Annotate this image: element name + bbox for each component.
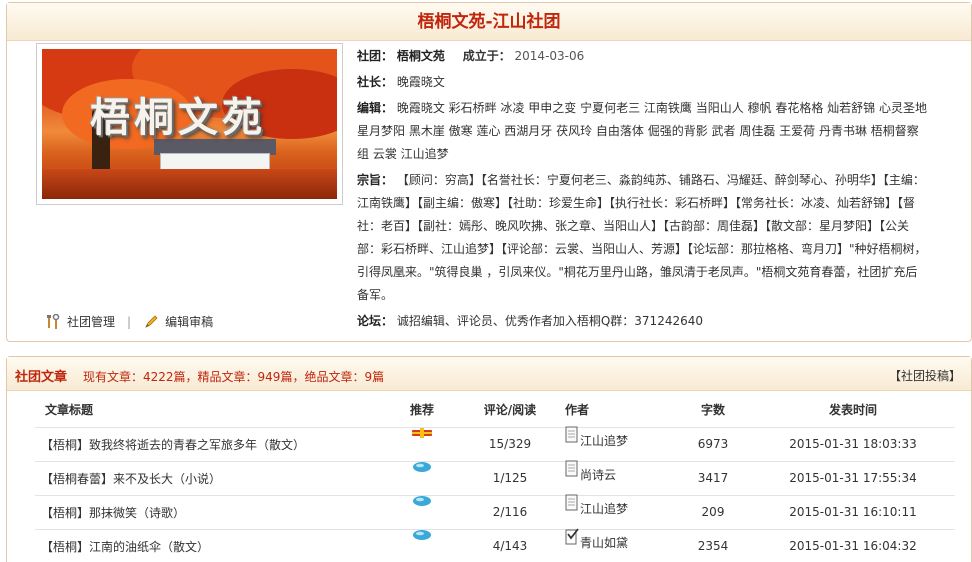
banner-title-text: 梧桐文苑 <box>90 94 266 141</box>
recommend-cell <box>387 495 457 530</box>
article-title-link[interactable]: 【梧桐】江南的油纸伞（散文） <box>41 540 209 554</box>
publish-time: 2015-01-31 18:03:33 <box>789 437 917 451</box>
autumn-tree-picture: 梧桐文苑 <box>42 49 337 199</box>
purpose-row: 宗旨： 【顾问：穷高】【名誉社长：宁夏何老三、淼韵纯苏、铺路石、冯耀廷、醉剑琴心… <box>357 169 929 307</box>
article-title-link[interactable]: 【梧桐】致我终将逝去的青春之军旅多年（散文） <box>41 438 305 452</box>
tools-separator: | <box>127 314 132 329</box>
club-name: 梧桐文苑 <box>396 49 445 63</box>
club-tools: 社团管理 | 编辑审稿 <box>45 313 213 330</box>
column-header-author: 作者 <box>563 393 675 428</box>
comments-reads: 4/143 <box>492 539 528 553</box>
president-label: 社长： <box>357 75 394 89</box>
tools-icon <box>45 313 61 330</box>
document-icon <box>565 426 578 443</box>
forum-label: 论坛： <box>357 314 394 328</box>
table-row: 【梧桐】致我终将逝去的青春之军旅多年（散文） 15/329 江山追梦 6973 2015… <box>35 426 955 462</box>
editors-label: 编辑： <box>357 101 394 115</box>
president-row: 社长： 晚霞晓文 <box>357 71 929 94</box>
publish-time: 2015-01-31 16:04:32 <box>789 539 917 553</box>
document-icon <box>565 460 578 477</box>
recommend-gem-icon <box>412 461 432 476</box>
author-link[interactable]: 江山追梦 <box>580 500 628 517</box>
publish-time: 2015-01-31 17:55:34 <box>789 471 917 485</box>
editors-row: 编辑： 晚霞晓文 彩石桥畔 冰凌 甲申之变 宁夏何老三 江南铁鹰 当阳山人 穆帆… <box>357 97 929 166</box>
article-title-link[interactable]: 【梧桐春蕾】来不及长大（小说） <box>41 472 221 486</box>
editor-review-link[interactable]: 编辑审稿 <box>165 313 213 330</box>
table-row: 【梧桐】江南的油纸伞（散文） 4/143 青山如黛 2354 2015-01-31 16… <box>35 528 955 562</box>
articles-header: 社团文章 现有文章：4222篇，精品文章：949篇，绝品文章：9篇 【社团投稿】 <box>7 357 971 391</box>
purpose-label: 宗旨： <box>357 173 394 187</box>
column-header-words: 字数 <box>675 393 751 428</box>
checked-document-icon <box>565 528 579 545</box>
recommend-gem-icon <box>412 495 432 510</box>
purpose-text: 【顾问：穷高】【名誉社长：宁夏何老三、淼韵纯苏、铺路石、冯耀廷、醉剑琴心、孙明华… <box>357 173 927 302</box>
comments-reads: 2/116 <box>492 505 528 519</box>
article-title-link[interactable]: 【梧桐】那抹微笑（诗歌） <box>41 506 185 520</box>
articles-table: 文章标题 推荐 评论/阅读 作者 字数 发表时间 【梧桐】致我终将逝去的青春之军… <box>35 393 955 562</box>
column-header-title: 文章标题 <box>35 393 387 428</box>
table-header-row: 文章标题 推荐 评论/阅读 作者 字数 发表时间 <box>35 393 955 428</box>
document-icon <box>565 494 578 511</box>
club-submit-link[interactable]: 【社团投稿】 <box>889 367 961 384</box>
club-banner-image: 梧桐文苑 <box>36 43 343 205</box>
recommend-gem-icon <box>412 529 432 544</box>
recommend-cell <box>387 427 457 462</box>
articles-table-body: 【梧桐】致我终将逝去的青春之军旅多年（散文） 15/329 江山追梦 6973 2015… <box>35 426 955 562</box>
table-row: 【梧桐】那抹微笑（诗歌） 2/116 江山追梦 209 2015-01-31 16:10… <box>35 494 955 530</box>
word-count: 3417 <box>697 471 729 485</box>
column-header-recommend: 推荐 <box>387 393 457 428</box>
word-count: 2354 <box>697 539 729 553</box>
recommend-cell <box>387 461 457 496</box>
club-header-title: 梧桐文苑-江山社团 <box>7 3 971 41</box>
articles-stats: 现有文章：4222篇，精品文章：949篇，绝品文章：9篇 <box>83 370 385 384</box>
pencil-icon <box>143 314 159 330</box>
club-details: 社团： 梧桐文苑 成立于： 2014-03-06 社长： 晚霞晓文 编辑： 晚霞… <box>357 45 929 336</box>
articles-title: 社团文章 <box>15 370 68 385</box>
publish-time: 2015-01-31 16:10:11 <box>789 505 917 519</box>
author-link[interactable]: 尚诗云 <box>580 466 616 483</box>
president-name[interactable]: 晚霞晓文 <box>397 75 445 89</box>
recommend-cell <box>387 529 457 562</box>
comments-reads: 15/329 <box>488 437 532 451</box>
word-count: 6973 <box>697 437 729 451</box>
club-name-row: 社团： 梧桐文苑 成立于： 2014-03-06 <box>357 45 929 68</box>
forum-row: 论坛： 诚招编辑、评论员、优秀作者加入梧桐Q群：371242640 <box>357 310 929 333</box>
founded-date: 2014-03-06 <box>514 49 585 63</box>
column-header-published: 发表时间 <box>751 393 955 428</box>
editors-list[interactable]: 晚霞晓文 彩石桥畔 冰凌 甲申之变 宁夏何老三 江南铁鹰 当阳山人 穆帆 春花格… <box>357 101 927 161</box>
forum-text: 诚招编辑、评论员、优秀作者加入梧桐Q群：371242640 <box>396 314 704 328</box>
club-manage-link[interactable]: 社团管理 <box>67 313 115 330</box>
club-articles-panel: 社团文章 现有文章：4222篇，精品文章：949篇，绝品文章：9篇 【社团投稿】… <box>6 356 972 562</box>
founded-label: 成立于： <box>462 49 511 63</box>
club-name-label: 社团： <box>357 49 394 63</box>
author-link[interactable]: 江山追梦 <box>580 432 628 449</box>
comments-reads: 1/125 <box>492 471 528 485</box>
column-header-comments-reads: 评论/阅读 <box>457 393 563 428</box>
table-row: 【梧桐春蕾】来不及长大（小说） 1/125 尚诗云 3417 2015-01-31 17… <box>35 460 955 496</box>
recommend-flag-icon <box>411 427 433 441</box>
club-info-panel: 梧桐文苑-江山社团 梧桐文苑 社团： 梧桐文苑 成立于： 2014-03-06 … <box>6 2 972 342</box>
word-count: 209 <box>701 505 725 519</box>
author-link[interactable]: 青山如黛 <box>580 534 628 551</box>
